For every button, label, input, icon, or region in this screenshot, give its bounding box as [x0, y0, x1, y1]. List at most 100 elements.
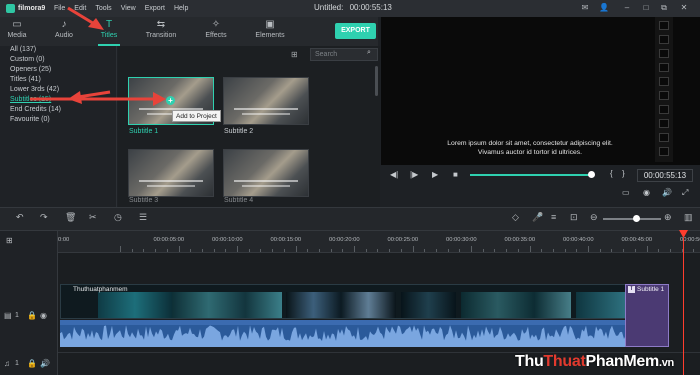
subtitle-clip-label: Subtitle 1: [637, 286, 665, 293]
video-track-icon: ▤: [4, 311, 12, 320]
cut-icon[interactable]: ✂: [89, 212, 97, 223]
mixer-icon[interactable]: ≡: [551, 212, 556, 222]
ruler-tick-mark: [646, 246, 648, 252]
category-lower-3rds[interactable]: Lower 3rds (42): [10, 86, 59, 93]
snapshot-icon[interactable]: ◉: [643, 188, 650, 197]
subtitle-clip[interactable]: [625, 284, 669, 347]
zoom-in-icon[interactable]: ⊕: [664, 212, 672, 223]
add-track-icon[interactable]: ⊞: [6, 236, 13, 245]
ruler-tick-mark: [377, 249, 379, 252]
render-icon[interactable]: ⊡: [570, 212, 578, 223]
ruler-tick-mark: [178, 246, 180, 252]
ruler-tick-label: 00:00:05:00: [153, 237, 185, 243]
restore-icon[interactable]: ⧉: [658, 2, 670, 14]
thumbnail-subtitle-2[interactable]: [223, 77, 309, 125]
timeline-grid-icon[interactable]: ▥: [684, 212, 693, 223]
volume-icon[interactable]: 🔊: [662, 188, 672, 197]
category-subtitles[interactable]: Subtitles (15): [10, 96, 51, 103]
menu-view[interactable]: View: [121, 5, 136, 12]
ruler-tick-mark: [190, 249, 192, 252]
menu-file[interactable]: File: [54, 5, 65, 12]
tab-effects[interactable]: ✧ Effects: [202, 17, 230, 46]
menu-tools[interactable]: Tools: [95, 5, 111, 12]
step-back-icon[interactable]: |▶: [410, 170, 418, 179]
previous-frame-icon[interactable]: ◀|: [390, 170, 398, 179]
delete-icon[interactable]: 🗑: [65, 212, 76, 223]
zoom-out-icon[interactable]: ⊖: [590, 212, 598, 223]
menu-edit[interactable]: Edit: [74, 5, 86, 12]
ruler-tick-mark: [400, 249, 402, 252]
fullscreen-icon[interactable]: ⤢: [682, 188, 688, 198]
play-icon[interactable]: ▶: [432, 170, 438, 179]
grid-view-icon[interactable]: ⊞: [291, 50, 300, 59]
audio-waveform[interactable]: [60, 320, 626, 347]
tab-titles[interactable]: T Titles: [94, 17, 124, 46]
transition-icon: ⇆: [156, 19, 166, 30]
speaker-icon[interactable]: 🔊: [40, 359, 50, 368]
category-custom[interactable]: Custom (0): [10, 56, 45, 63]
close-icon[interactable]: ✕: [678, 2, 690, 14]
mark-out-icon[interactable]: }: [622, 169, 625, 178]
tab-media[interactable]: ▭ Media: [2, 17, 32, 46]
ruler-tick-mark: [283, 249, 285, 252]
account-icon[interactable]: 👤: [598, 2, 610, 14]
eye-icon[interactable]: ◉: [40, 311, 47, 320]
video-clip[interactable]: [60, 284, 626, 319]
export-button[interactable]: EXPORT: [335, 23, 376, 39]
audio-lock-icon[interactable]: 🔒: [27, 359, 37, 368]
ruler-tick-mark: [588, 246, 589, 252]
ruler-tick-mark: [225, 249, 227, 252]
microphone-icon[interactable]: 🎤: [532, 212, 543, 223]
ruler-tick-mark: [447, 249, 449, 252]
thumbnail-subtitle-3[interactable]: [128, 149, 214, 197]
notification-icon[interactable]: ✉: [579, 2, 591, 14]
tab-elements[interactable]: ▣ Elements: [253, 17, 287, 46]
menu-help[interactable]: Help: [174, 5, 188, 12]
ruler-tick-mark: [155, 249, 157, 252]
category-openers[interactable]: Openers (25): [10, 66, 51, 73]
ruler-tick-mark: [307, 249, 309, 252]
audio-track-number: 1: [15, 360, 19, 367]
zoom-slider-track[interactable]: [603, 218, 661, 220]
display-icon[interactable]: ▭: [622, 188, 630, 197]
maximize-icon[interactable]: □: [640, 2, 652, 14]
mark-in-icon[interactable]: {: [610, 169, 613, 178]
playhead-line[interactable]: [683, 238, 684, 375]
preview-progress-fill: [470, 174, 592, 176]
app-logo: filmora9: [6, 4, 54, 13]
tab-transition-label: Transition: [145, 32, 177, 39]
text-icon: T: [105, 19, 113, 30]
tab-elements-label: Elements: [255, 32, 285, 39]
adjust-icon[interactable]: ☰: [139, 212, 147, 223]
add-to-project-icon[interactable]: +: [166, 96, 175, 105]
menu-export[interactable]: Export: [145, 5, 165, 12]
tab-transition[interactable]: ⇆ Transition: [141, 17, 181, 46]
category-all[interactable]: All (137): [10, 46, 36, 53]
zoom-slider-handle[interactable]: [633, 215, 640, 222]
watermark-part-3: PhanMem: [585, 353, 659, 370]
filmstrip-decoration: [655, 17, 673, 162]
stop-icon[interactable]: ■: [453, 170, 458, 179]
ruler-tick-mark: [412, 246, 414, 252]
lock-icon[interactable]: 🔒: [27, 311, 37, 320]
ruler-tick-mark: [623, 249, 625, 252]
undo-icon[interactable]: ↶: [16, 212, 24, 223]
thumbnail-subtitle-4[interactable]: [223, 149, 309, 197]
filmora-window: filmora9 File Edit Tools View Export Hel…: [0, 0, 700, 375]
preview-progress-handle[interactable]: [588, 171, 595, 178]
marker-icon[interactable]: ◇: [512, 212, 519, 223]
category-end-credits[interactable]: End Credits (14): [10, 106, 61, 113]
ruler-tick-label: 00:00:40:00: [563, 237, 594, 243]
minimize-icon[interactable]: –: [621, 2, 633, 14]
effects-icon: ✧: [211, 19, 221, 30]
ruler-tick-label: 00:00:35:00: [504, 237, 536, 243]
category-titles[interactable]: Titles (41): [10, 76, 41, 83]
library-scrollbar[interactable]: [375, 66, 378, 96]
redo-icon[interactable]: ↷: [40, 212, 48, 223]
ruler-tick-mark: [260, 249, 262, 252]
ruler-tick-mark: [166, 249, 168, 252]
category-favourite[interactable]: Favourite (0): [10, 116, 50, 123]
tab-audio[interactable]: ♪ Audio: [48, 17, 80, 46]
speed-icon[interactable]: ◷: [114, 212, 122, 223]
library-tabs: ▭ Media ♪ Audio T Titles ⇆ Transition ✧ …: [0, 17, 378, 46]
